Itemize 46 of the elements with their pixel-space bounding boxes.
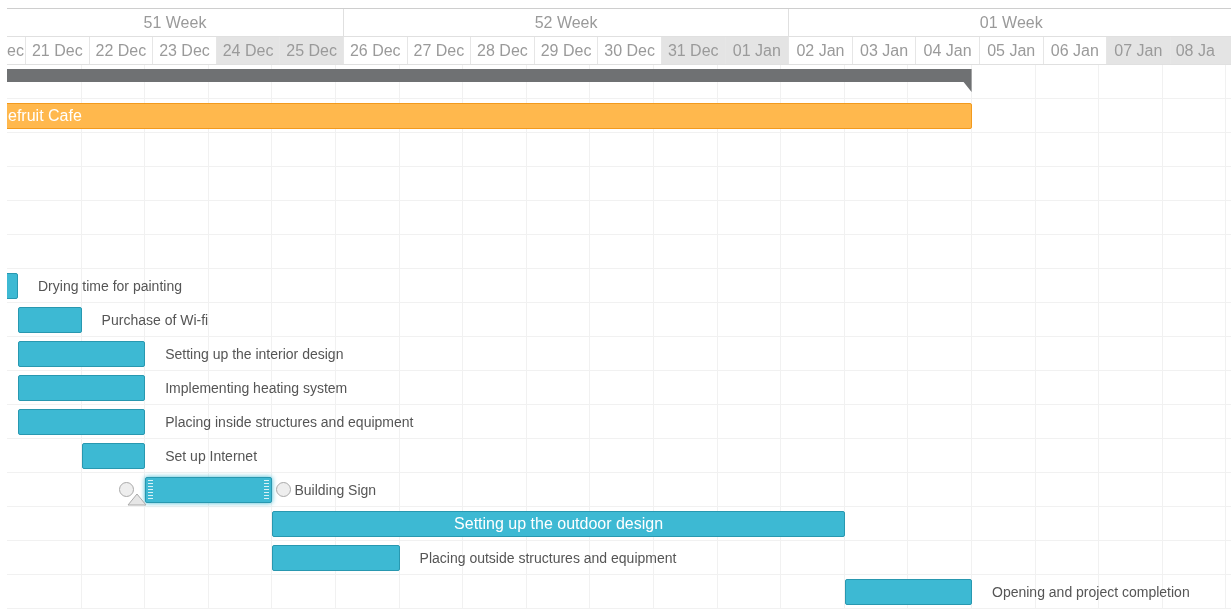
task-label: Placing outside structures and equipment [419,549,677,568]
day-header: 27 Dec [407,37,472,64]
task-bar[interactable] [81,443,146,469]
task-label: Opening and project completion [992,583,1190,602]
task-bar[interactable] [272,545,400,571]
day-header: 01 Jan [725,37,790,64]
day-header: 24 Dec [216,37,281,64]
week-header: 52 Week [344,9,790,36]
day-header: 23 Dec [153,37,217,64]
day-header: 03 Jan [852,37,917,64]
task-label: Purchase of Wi-fi [101,311,209,330]
task-bar[interactable] [145,477,273,503]
task-bar[interactable]: Setting up the outdoor design [272,511,845,537]
project-bar[interactable]: efruit Cafe [7,103,972,129]
summary-bar[interactable] [7,66,972,92]
day-header: 30 Dec [598,37,662,64]
day-header: 31 Dec [661,37,726,64]
task-label: Implementing heating system [165,379,348,398]
task-bar[interactable] [18,375,146,401]
day-header: 25 Dec [280,37,344,64]
task-label: Placing inside structures and equipment [165,413,414,432]
day-header: 28 Dec [471,37,535,64]
day-header: 29 Dec [534,37,599,64]
task-label: Setting up the interior design [165,345,344,364]
task-bar[interactable] [18,409,146,435]
day-header: 04 Jan [916,37,980,64]
task-bar[interactable] [844,579,972,605]
week-header: 51 Week [7,9,344,36]
task-bar[interactable] [18,341,146,367]
resize-handle[interactable] [148,480,154,500]
day-header: 22 Dec [89,37,154,64]
task-bar[interactable] [18,307,82,333]
task-label: Drying time for painting [38,277,182,296]
day-header: ec [7,37,26,64]
day-header: 26 Dec [343,37,408,64]
day-header: 02 Jan [789,37,853,64]
link-handle[interactable] [119,482,135,497]
day-header: 21 Dec [26,37,90,64]
week-header: 01 Week [789,9,1231,36]
resize-handle[interactable] [264,480,270,500]
task-label: Set up Internet [165,447,258,466]
task-label: Building Sign [294,481,377,500]
day-header: 05 Jan [979,37,1044,64]
link-handle[interactable] [276,482,292,497]
day-header: 07 Jan [1107,37,1171,64]
day-header: 08 Ja [1170,37,1231,64]
